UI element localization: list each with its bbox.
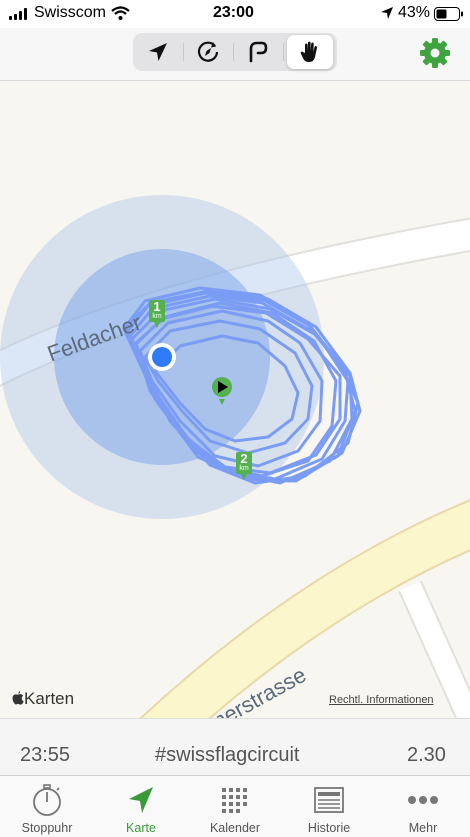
mode-heading-up[interactable]: [185, 35, 231, 69]
map-canvas: [0, 195, 470, 718]
map-mode-selector: [133, 33, 337, 71]
carrier-name: Swisscom: [34, 4, 107, 21]
calendar-grid-icon: [222, 788, 247, 813]
tab-label-kalender: Kalender: [209, 821, 261, 835]
route-shape-icon: [249, 41, 268, 63]
battery-icon: [434, 7, 463, 21]
elapsed-time: 23:55: [20, 744, 71, 766]
hand-icon: [300, 41, 318, 62]
apple-maps-attribution: Karten: [12, 689, 74, 709]
tab-label-stoppuhr: Stoppuhr: [21, 821, 73, 835]
tab-historie[interactable]: Historie: [282, 776, 376, 837]
km-marker-1-label: 1 km: [152, 299, 162, 320]
mode-follow-location[interactable]: [135, 35, 181, 69]
activity-title: #swissflagcircuit: [155, 744, 300, 766]
map-toolbar: [0, 28, 470, 81]
tab-mehr[interactable]: Mehr: [376, 776, 470, 837]
current-location-dot: [148, 343, 176, 371]
location-arrow-icon: [149, 43, 167, 61]
km-marker-2-label: 2 km: [239, 451, 249, 472]
gear-icon: [420, 38, 450, 68]
maps-attribution-label: Karten: [24, 689, 75, 708]
compass-rotate-icon: [197, 41, 219, 62]
segment-divider: [233, 43, 234, 61]
legal-link[interactable]: Rechtl. Informationen: [329, 694, 434, 706]
tab-label-karte: Karte: [126, 821, 156, 835]
more-dots-icon: [408, 796, 438, 804]
apple-logo-icon: [12, 691, 24, 705]
stopwatch-icon: [33, 784, 61, 816]
segment-divider: [283, 43, 284, 61]
history-list-icon: [314, 787, 344, 813]
tab-kalender[interactable]: Kalender: [188, 776, 282, 837]
location-services-icon: [381, 7, 393, 19]
settings-button[interactable]: [419, 37, 451, 74]
status-bar: Swisscom 23:00 43%: [0, 0, 470, 28]
battery-percent: 43%: [398, 4, 431, 21]
clock: 23:00: [213, 4, 254, 21]
map-view[interactable]: 1 km 2 km Feldacher eimerstrasse Karten …: [0, 81, 470, 718]
navigation-arrow-icon: [129, 787, 153, 813]
tab-label-historie: Historie: [307, 821, 351, 835]
tab-label-mehr: Mehr: [408, 821, 438, 835]
segment-divider: [183, 43, 184, 61]
tab-karte[interactable]: Karte: [94, 776, 188, 837]
tab-stoppuhr[interactable]: Stoppuhr: [0, 776, 94, 837]
tab-bar: Stoppuhr Karte Kalender Historie Mehr: [0, 775, 470, 837]
wifi-icon: [111, 6, 130, 20]
mode-pan-hand[interactable]: [287, 35, 333, 69]
distance-value: 2.30: [407, 744, 446, 766]
cellular-signal-icon: [9, 8, 27, 20]
mode-route[interactable]: [235, 35, 281, 69]
activity-info-bar: 23:55 #swissflagcircuit 2.30: [0, 718, 470, 776]
